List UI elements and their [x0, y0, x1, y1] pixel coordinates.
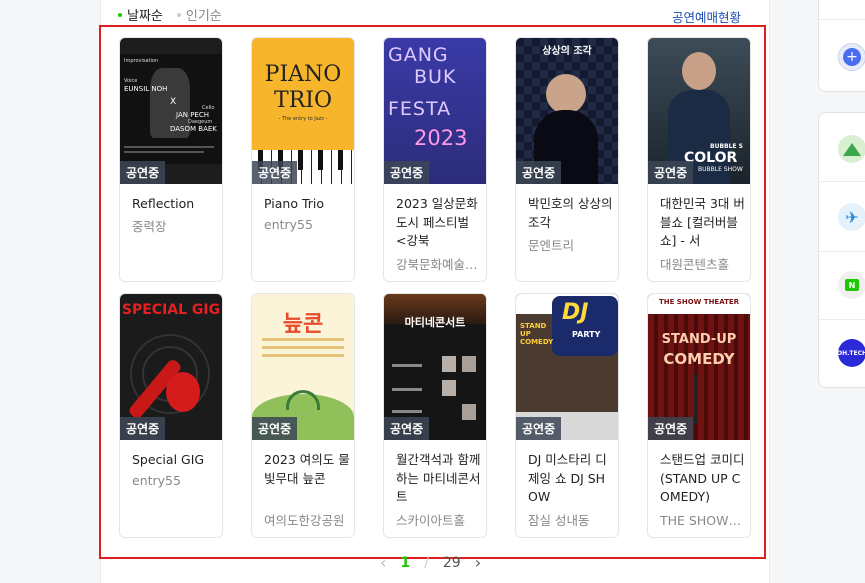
pagination: ‹ 1 / 29 › — [380, 553, 481, 572]
card-venue: 스카이아트홀 — [396, 513, 466, 528]
booking-status-link[interactable]: 공연예매현황 — [672, 7, 741, 26]
now-showing-badge: 공연중 — [648, 417, 694, 440]
card-venue: 중력장 — [132, 219, 167, 234]
now-showing-badge: 공연중 — [516, 161, 562, 184]
current-page: 1 — [400, 554, 411, 571]
now-showing-badge: 공연중 — [120, 161, 166, 184]
performance-card[interactable]: 늪콘 공연중 2023 여의도 물빛무대 늪콘 여의도한강공원 — [251, 293, 355, 538]
card-venue: entry55 — [264, 217, 313, 232]
now-showing-badge: 공연중 — [648, 161, 694, 184]
chevron-right-icon[interactable]: › — [475, 553, 481, 572]
now-showing-badge: 공연중 — [384, 417, 430, 440]
card-title: 월간객석과 함께하는 마티네콘서트 — [396, 452, 481, 504]
poster-image: GANG BUK FESTA 2023 공연중 — [384, 38, 486, 184]
sort-tab-date[interactable]: 날짜순 — [118, 5, 163, 24]
card-venue: 대원콘텐츠홀 — [660, 257, 730, 272]
sort-tabs: 날짜순 인기순 — [118, 5, 222, 24]
card-title: 2023 일상문화도시 페스티벌 <강북 — [396, 196, 478, 248]
performance-card[interactable]: THE SHOW THEATER STAND-UP COMEDY 공연중 스탠드… — [647, 293, 751, 538]
right-shortcut-box: ✈ N OH.TECH — [818, 112, 865, 388]
now-showing-badge: 공연중 — [516, 417, 562, 440]
now-showing-badge: 공연중 — [120, 417, 166, 440]
card-venue: THE SHOW 시어터 — [660, 513, 742, 528]
performance-card[interactable]: DJ PARTY STAND UP COMEDY 공연중 DJ 미스타리 디제잉… — [515, 293, 619, 538]
card-title: Reflection — [132, 196, 195, 211]
active-dot-icon — [118, 12, 122, 17]
airplane-icon[interactable]: ✈ — [838, 203, 865, 231]
performance-card[interactable]: Improvisation Voice EUNSIL NOH X Cello J… — [119, 37, 223, 282]
now-showing-badge: 공연중 — [252, 417, 298, 440]
card-venue: entry55 — [132, 473, 181, 488]
poster-image: 마티네콘서트 공연중 — [384, 294, 486, 440]
poster-image: PIANO TRIO - The entry to Jazz - 공연중 — [252, 38, 354, 184]
poster-image: 상상의 조각 공연중 — [516, 38, 618, 184]
card-title: 대한민국 3대 버블쇼 [컬러버블쇼] - 서 — [660, 196, 745, 248]
now-showing-badge: 공연중 — [252, 161, 298, 184]
chevron-left-icon[interactable]: ‹ — [380, 553, 386, 572]
card-venue: 강북문화예술회관 — [396, 257, 478, 272]
total-pages: 29 — [442, 554, 461, 571]
performance-card[interactable]: BUBBLE S COLOR BUBBLE SHOW 공연중 대한민국 3대 버… — [647, 37, 751, 282]
card-title: DJ 미스타리 디제잉 쇼 DJ SHOW — [528, 452, 607, 504]
performance-card[interactable]: SPECIAL GIG 공연중 Special GIG entry55 — [119, 293, 223, 538]
poster-image: Improvisation Voice EUNSIL NOH X Cello J… — [120, 38, 222, 184]
card-title: Piano Trio — [264, 196, 324, 211]
naver-app-icon[interactable]: N — [838, 271, 865, 299]
poster-image: DJ PARTY STAND UP COMEDY 공연중 — [516, 294, 618, 440]
card-venue: 문엔트리 — [528, 238, 575, 253]
plus-icon[interactable]: + — [838, 43, 865, 71]
page-separator: / — [424, 554, 429, 571]
right-shortcut-box-top: + — [818, 0, 865, 92]
card-title: 2023 여의도 물빛무대 늪콘 — [264, 452, 350, 486]
performance-card[interactable]: 상상의 조각 공연중 박민호의 상상의 조각 문엔트리 — [515, 37, 619, 282]
poster-image: THE SHOW THEATER STAND-UP COMEDY 공연중 — [648, 294, 750, 440]
dot-icon — [176, 12, 181, 17]
performance-card[interactable]: GANG BUK FESTA 2023 공연중 2023 일상문화도시 페스티벌… — [383, 37, 487, 282]
sort-tab-popular[interactable]: 인기순 — [176, 5, 222, 24]
poster-image: BUBBLE S COLOR BUBBLE SHOW 공연중 — [648, 38, 750, 184]
card-title: Special GIG — [132, 452, 205, 467]
mountain-icon[interactable] — [838, 135, 865, 163]
card-venue: 여의도한강공원 — [264, 513, 345, 528]
poster-image: 늪콘 공연중 — [252, 294, 354, 440]
performance-card[interactable]: 마티네콘서트 공연중 월간객석과 함께하는 마티네콘서트 스카이아트홀 — [383, 293, 487, 538]
card-title: 박민호의 상상의 조각 — [528, 196, 613, 230]
sort-tab-label: 인기순 — [185, 9, 222, 24]
sort-tab-label: 날짜순 — [127, 9, 163, 24]
card-venue: 잠실 성내동 — [528, 513, 590, 528]
card-title: 스탠드업 코미디 (STAND UP COMEDY) — [660, 452, 745, 504]
poster-image: SPECIAL GIG 공연중 — [120, 294, 222, 440]
performance-card[interactable]: PIANO TRIO - The entry to Jazz - 공연중 Pia… — [251, 37, 355, 282]
ohtech-icon[interactable]: OH.TECH — [837, 339, 865, 367]
now-showing-badge: 공연중 — [384, 161, 430, 184]
